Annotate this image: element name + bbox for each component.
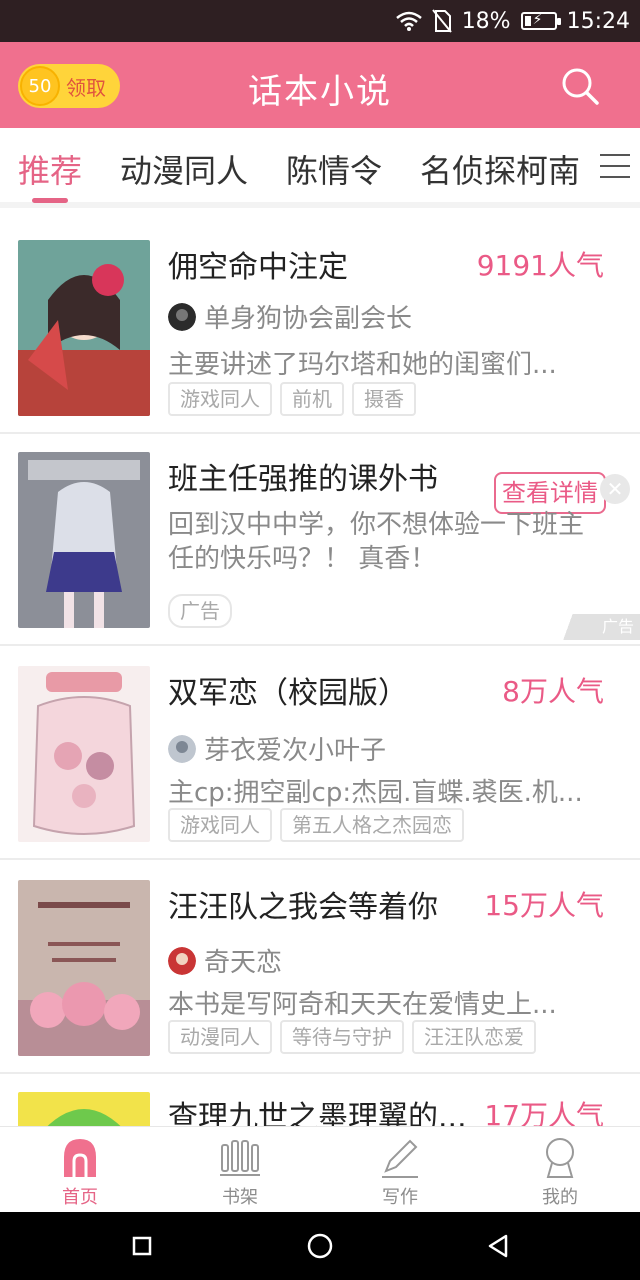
app-header: 50 领取 话本小说 [0, 42, 640, 128]
book-desc: 主要讲述了玛尔塔和她的闺蜜们... [168, 350, 557, 380]
nav-write[interactable]: 写作 [320, 1135, 480, 1209]
tab-recommend[interactable]: 推荐 [18, 146, 82, 192]
book-desc: 主cp:拥空副cp:杰园.盲蝶.裘医.机... [168, 778, 583, 808]
pencil-icon [382, 1139, 418, 1178]
avatar [168, 946, 196, 975]
clock: 15:24 [566, 8, 630, 34]
home-icon [64, 1139, 96, 1177]
menu-icon[interactable] [600, 154, 630, 182]
battery-icon: ⚡ [520, 12, 561, 30]
author-name: 单身狗协会副会长 [204, 304, 413, 334]
nav-bookshelf-label: 书架 [222, 1187, 258, 1208]
nav-bookshelf[interactable]: 书架 [160, 1135, 320, 1209]
bottom-nav: 首页 书架 写作 我的 [0, 1126, 640, 1212]
search-icon[interactable] [560, 66, 600, 106]
app-title: 话本小说 [248, 72, 392, 112]
back-icon[interactable] [482, 1230, 514, 1262]
profile-icon [546, 1138, 574, 1178]
close-icon[interactable]: ✕ [600, 474, 630, 504]
book-cover [18, 880, 150, 1056]
system-nav-bar [0, 1212, 640, 1280]
nav-home[interactable]: 首页 [0, 1135, 160, 1209]
home-button-icon[interactable] [304, 1230, 336, 1262]
battery-percent: 18% [461, 8, 511, 34]
nav-write-label: 写作 [382, 1187, 418, 1208]
author-name: 奇天恋 [204, 948, 283, 978]
book-title: 双军恋（校园版） [168, 676, 408, 711]
tag[interactable]: 等待与守护 [280, 1020, 404, 1054]
popularity: 15万人气 [484, 889, 604, 922]
bookshelf-icon [220, 1140, 260, 1176]
tag[interactable]: 第五人格之杰园恋 [280, 808, 464, 842]
nav-profile-label: 我的 [542, 1187, 578, 1208]
tag[interactable]: 摄香 [352, 382, 416, 416]
list-item[interactable]: 双军恋（校园版） 8万人气 芽衣爱次小叶子 主cp:拥空副cp:杰园.盲蝶.裘医… [0, 648, 640, 860]
book-title: 汪汪队之我会等着你 [168, 890, 438, 925]
tab-anime-fanfic[interactable]: 动漫同人 [120, 146, 248, 192]
ad-list-item[interactable]: 班主任强推的课外书 查看详情 ✕ 回到汉中中学，你不想体验一下班主任的快乐吗？！… [0, 436, 640, 646]
avatar [168, 734, 196, 763]
tag[interactable]: 游戏同人 [168, 382, 272, 416]
tag[interactable]: 游戏同人 [168, 808, 272, 842]
list-item[interactable]: 佣空命中注定 9191人气 单身狗协会副会长 主要讲述了玛尔塔和她的闺蜜们...… [0, 214, 640, 434]
book-title: 佣空命中注定 [168, 250, 348, 285]
tag-list: 游戏同人 第五人格之杰园恋 [168, 808, 464, 842]
popularity: 8万人气 [502, 675, 604, 708]
popularity: 9191人气 [476, 249, 604, 282]
avatar [168, 302, 196, 331]
tab-detective-conan[interactable]: 名侦探柯南 [420, 146, 580, 192]
tag[interactable]: 动漫同人 [168, 1020, 272, 1054]
wifi-icon [395, 11, 422, 31]
author-name: 芽衣爱次小叶子 [204, 736, 387, 766]
book-cover [18, 240, 150, 416]
list-item[interactable]: 汪汪队之我会等着你 15万人气 奇天恋 本书是写阿奇和天天在爱情史上... 动漫… [0, 862, 640, 1074]
tag[interactable]: 前机 [280, 382, 344, 416]
nav-profile[interactable]: 我的 [480, 1135, 640, 1209]
author: 芽衣爱次小叶子 [168, 730, 386, 767]
ad-title: 班主任强推的课外书 [168, 462, 438, 497]
ad-tag: 广告 [168, 594, 232, 628]
no-sim-icon [431, 9, 452, 33]
tab-indicator [32, 198, 68, 203]
nav-home-label: 首页 [62, 1187, 98, 1208]
ad-desc: 回到汉中中学，你不想体验一下班主任的快乐吗？！ 真香！ [168, 510, 585, 574]
tag-list: 动漫同人 等待与守护 汪汪队恋爱 [168, 1020, 536, 1054]
author: 奇天恋 [168, 942, 282, 979]
tag-list: 游戏同人 前机 摄香 [168, 382, 416, 416]
status-bar: 18% ⚡ 15:24 [0, 0, 640, 42]
category-tabs: 推荐 动漫同人 陈情令 名侦探柯南 [0, 128, 640, 208]
tag-list: 广告 [168, 594, 232, 628]
ad-cover [18, 452, 150, 628]
tag[interactable]: 汪汪队恋爱 [412, 1020, 536, 1054]
book-desc: 本书是写阿奇和天天在爱情史上... [168, 990, 557, 1020]
recent-apps-icon[interactable] [126, 1230, 158, 1262]
tab-chenqingling[interactable]: 陈情令 [286, 146, 382, 192]
author: 单身狗协会副会长 [168, 298, 412, 335]
book-cover [18, 666, 150, 842]
ad-mark: 广告 [558, 614, 640, 640]
